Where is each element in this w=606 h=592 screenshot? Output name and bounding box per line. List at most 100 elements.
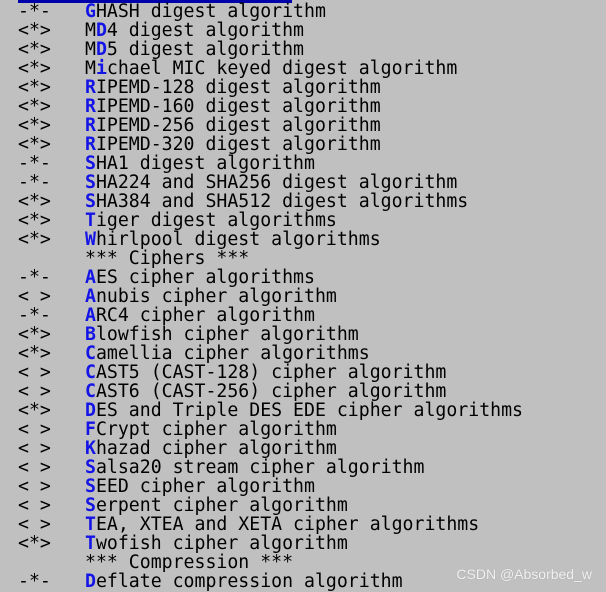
menu-option[interactable]: < > CAST6 (CAST-256) cipher algorithm (18, 382, 523, 401)
label-text: HASH digest algorithm (95, 1, 326, 22)
menu-option[interactable]: <*> RIPEMD-160 digest algorithm (18, 97, 523, 116)
menu-option[interactable]: <*> RIPEMD-320 digest algorithm (18, 135, 523, 154)
option-state[interactable]: <*> (18, 78, 85, 97)
menu-option[interactable]: < > Serpent cipher algorithm (18, 496, 523, 515)
label-text: EA, XTEA and XETA cipher algorithms (95, 514, 480, 535)
label-text: HA1 digest algorithm (95, 153, 315, 174)
option-label: *** Ciphers *** (85, 249, 249, 268)
option-state[interactable]: < > (18, 477, 85, 496)
option-state[interactable]: < > (18, 515, 85, 534)
menu-option[interactable]: <*> Twofish cipher algorithm (18, 534, 523, 553)
hotkey-letter: i (95, 58, 107, 79)
option-state[interactable]: < > (18, 496, 85, 515)
option-state[interactable]: -*- (18, 572, 85, 591)
label-text: hazad cipher algorithm (95, 438, 337, 459)
hotkey-letter: S (85, 153, 96, 174)
menu-option[interactable]: < > FCrypt cipher algorithm (18, 420, 523, 439)
menu-option[interactable]: -*- SHA224 and SHA256 digest algorithm (18, 173, 523, 192)
option-label: RIPEMD-320 digest algorithm (85, 135, 381, 154)
menu-option[interactable]: <*> Whirlpool digest algorithms (18, 230, 523, 249)
option-state[interactable]: < > (18, 382, 85, 401)
option-state[interactable]: <*> (18, 40, 85, 59)
label-text: AST6 (CAST-256) cipher algorithm (95, 381, 447, 402)
option-state[interactable]: -*- (18, 173, 85, 192)
watermark: CSDN @Absorbed_w (456, 566, 592, 582)
option-state[interactable]: <*> (18, 230, 85, 249)
menu-option[interactable]: <*> Blowfish cipher algorithm (18, 325, 523, 344)
menu-option[interactable]: <*> SHA384 and SHA512 digest algorithms (18, 192, 523, 211)
option-state (18, 553, 85, 572)
menu-option[interactable]: -*- GHASH digest algorithm (18, 2, 523, 21)
label-text: RC4 cipher algorithm (95, 305, 315, 326)
hotkey-letter: K (85, 438, 96, 459)
label-text: HA384 and SHA512 digest algorithms (95, 191, 469, 212)
hotkey-letter: D (85, 400, 96, 421)
menu-option[interactable]: -*- SHA1 digest algorithm (18, 154, 523, 173)
option-state[interactable]: < > (18, 458, 85, 477)
label-text: lowfish cipher algorithm (95, 324, 359, 345)
label-text: IPEMD-160 digest algorithm (95, 96, 381, 117)
label-text: amellia cipher algorithms (95, 343, 370, 364)
menu-option[interactable]: <*> RIPEMD-256 digest algorithm (18, 116, 523, 135)
label-text: IPEMD-128 digest algorithm (95, 77, 381, 98)
hotkey-letter: S (85, 191, 96, 212)
option-label: Salsa20 stream cipher algorithm (85, 458, 424, 477)
option-state[interactable]: <*> (18, 325, 85, 344)
option-state[interactable]: <*> (18, 192, 85, 211)
hotkey-letter: C (85, 362, 96, 383)
label-text: EED cipher algorithm (95, 476, 315, 497)
option-state[interactable]: < > (18, 287, 85, 306)
option-state[interactable]: <*> (18, 135, 85, 154)
option-state[interactable]: <*> (18, 97, 85, 116)
option-label: Anubis cipher algorithm (85, 287, 337, 306)
menu-option[interactable]: <*> Michael MIC keyed digest algorithm (18, 59, 523, 78)
menu-option[interactable]: <*> Camellia cipher algorithms (18, 344, 523, 363)
option-state[interactable]: <*> (18, 211, 85, 230)
option-state[interactable]: <*> (18, 59, 85, 78)
option-state[interactable]: < > (18, 363, 85, 382)
menu-option[interactable]: < > Anubis cipher algorithm (18, 287, 523, 306)
option-label: *** Compression *** (85, 553, 293, 572)
label-text: hirlpool digest algorithms (95, 229, 381, 250)
option-state[interactable]: <*> (18, 344, 85, 363)
label-prefix: M (85, 39, 96, 60)
option-state[interactable]: <*> (18, 534, 85, 553)
option-state[interactable]: -*- (18, 154, 85, 173)
menu-option[interactable]: <*> MD4 digest algorithm (18, 21, 523, 40)
label-text: ES and Triple DES EDE cipher algorithms (95, 400, 523, 421)
menu-option[interactable]: -*- AES cipher algorithms (18, 268, 523, 287)
option-state[interactable]: -*- (18, 306, 85, 325)
hotkey-letter: R (85, 96, 96, 117)
menu-option[interactable]: -*- Deflate compression algorithm (18, 572, 523, 591)
hotkey-letter: C (85, 381, 96, 402)
menu-option[interactable]: <*> DES and Triple DES EDE cipher algorit… (18, 401, 523, 420)
option-state[interactable]: <*> (18, 401, 85, 420)
label-text: Crypt cipher algorithm (95, 419, 337, 440)
option-label: RIPEMD-256 digest algorithm (85, 116, 381, 135)
label-text: IPEMD-320 digest algorithm (95, 134, 381, 155)
hotkey-letter: C (85, 343, 96, 364)
menu-option[interactable]: < > TEA, XTEA and XETA cipher algorithms (18, 515, 523, 534)
option-state[interactable]: <*> (18, 21, 85, 40)
option-label: MD5 digest algorithm (85, 40, 304, 59)
label-text: HA224 and SHA256 digest algorithm (95, 172, 458, 193)
option-state[interactable]: < > (18, 420, 85, 439)
option-label: ARC4 cipher algorithm (85, 306, 315, 325)
menu-option[interactable]: <*> MD5 digest algorithm (18, 40, 523, 59)
menu-option[interactable]: -*- ARC4 cipher algorithm (18, 306, 523, 325)
label-text: ES cipher algorithms (95, 267, 315, 288)
hotkey-letter: W (85, 229, 96, 250)
menu-option[interactable]: < > SEED cipher algorithm (18, 477, 523, 496)
option-state[interactable]: < > (18, 439, 85, 458)
option-state[interactable]: <*> (18, 116, 85, 135)
option-state[interactable]: -*- (18, 2, 85, 21)
hotkey-letter: S (85, 476, 96, 497)
menu-option[interactable]: <*> RIPEMD-128 digest algorithm (18, 78, 523, 97)
option-state (18, 249, 85, 268)
hotkey-letter: R (85, 115, 96, 136)
menu-option[interactable]: < > Salsa20 stream cipher algorithm (18, 458, 523, 477)
menu-option[interactable]: < > CAST5 (CAST-128) cipher algorithm (18, 363, 523, 382)
option-state[interactable]: -*- (18, 268, 85, 287)
menu-option[interactable]: <*> Tiger digest algorithms (18, 211, 523, 230)
menu-option[interactable]: < > Khazad cipher algorithm (18, 439, 523, 458)
